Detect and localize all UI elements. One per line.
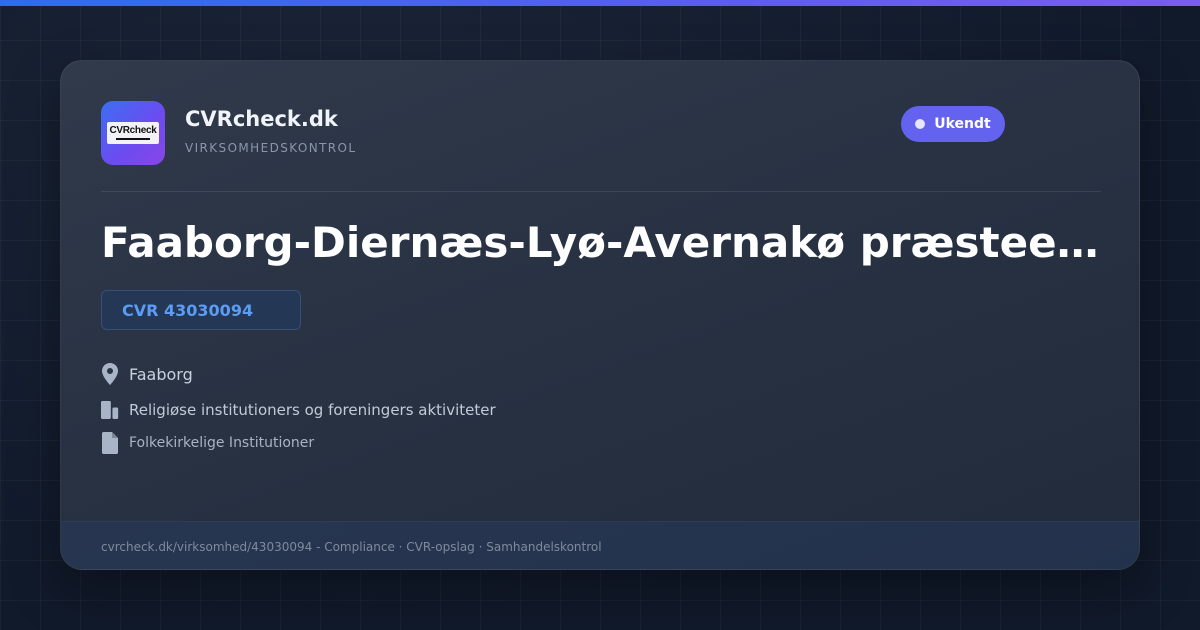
- status-dot-icon: [915, 119, 926, 129]
- logo-underline: [116, 138, 150, 140]
- industry-row: Religiøse institutioners og foreningers …: [101, 399, 496, 421]
- document-icon: [101, 432, 119, 454]
- logo-wordmark: CVRcheck: [109, 125, 157, 136]
- legal-form-row: Folkekirkelige Institutioner: [101, 432, 314, 454]
- building-icon: [101, 399, 119, 421]
- header-divider: [101, 191, 1101, 192]
- brand-tagline: VIRKSOMHEDSKONTROL: [185, 141, 357, 155]
- location-text: Faaborg: [129, 364, 193, 384]
- footer-bar: cvrcheck.dk/virksomhed/43030094 - Compli…: [61, 521, 1139, 569]
- company-title: Faaborg-Diernæs-Lyø-Avernakø præsteembed…: [101, 218, 1101, 267]
- company-card: CVRcheck CVRcheck.dk VIRKSOMHEDSKONTROL …: [60, 60, 1140, 570]
- location-row: Faaborg: [101, 363, 193, 385]
- status-badge: Ukendt: [901, 106, 1005, 142]
- legal-form-text: Folkekirkelige Institutioner: [129, 435, 315, 451]
- logo-plate: CVRcheck: [107, 122, 159, 144]
- cvr-number-badge[interactable]: CVR 43030094: [101, 290, 301, 330]
- brand-name[interactable]: CVRcheck.dk: [185, 107, 338, 131]
- brand-logo[interactable]: CVRcheck: [101, 101, 165, 165]
- top-accent-bar: [0, 0, 1200, 6]
- status-label: Ukendt: [934, 116, 991, 132]
- map-pin-icon: [101, 363, 119, 385]
- industry-text: Religiøse institutioners og foreningers …: [129, 401, 496, 419]
- footer-text[interactable]: cvrcheck.dk/virksomhed/43030094 - Compli…: [101, 540, 602, 554]
